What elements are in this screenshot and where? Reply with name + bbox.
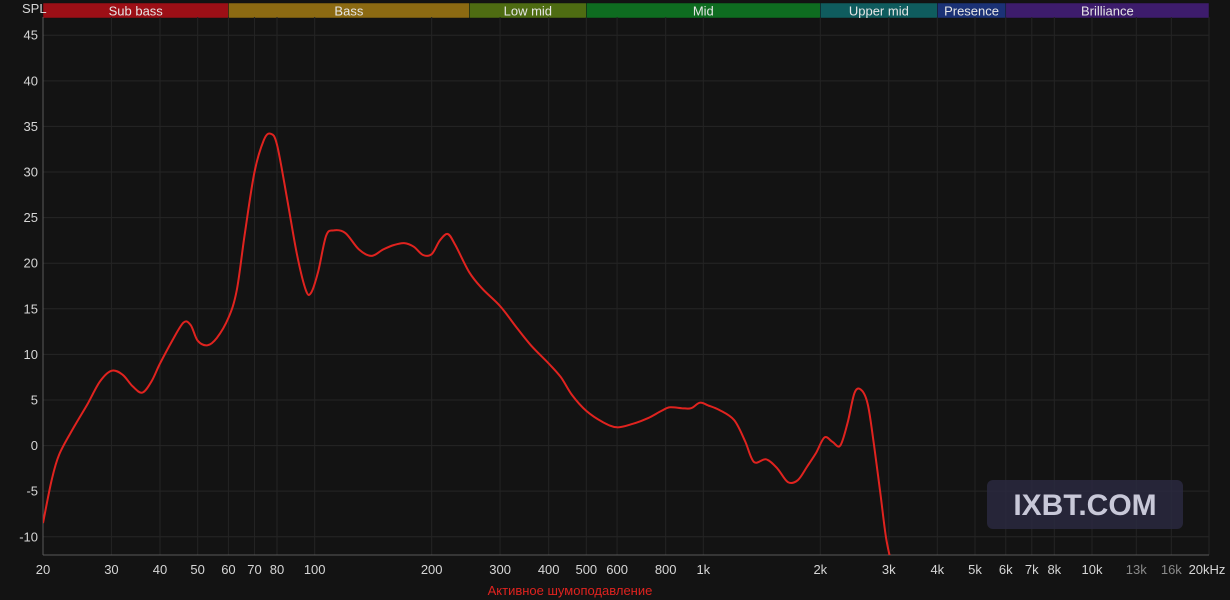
x-tick-label: 10k [1082, 562, 1103, 577]
frequency-response-chart: Sub bass Bass Low mid Mid Upper mid Presence B… [0, 0, 1230, 600]
ixbt-logo: IXBT.COM [987, 480, 1183, 529]
y-tick-label: 10 [24, 347, 38, 362]
x-tick-label: 30 [104, 562, 118, 577]
band-label-brilliance: Brilliance [1081, 4, 1134, 19]
x-tick-label: 7k [1025, 562, 1039, 577]
y-tick-label: 45 [24, 28, 38, 43]
y-tick-label: 20 [24, 256, 38, 271]
x-tick-label: 4k [930, 562, 944, 577]
x-tick-label: 20 [36, 562, 50, 577]
x-tick-label: 1k [696, 562, 710, 577]
band-label-mid: Mid [693, 4, 714, 19]
band-label-upper-mid: Upper mid [849, 4, 909, 19]
x-tick-label: 13k [1126, 562, 1147, 577]
y-tick-label: -5 [26, 484, 38, 499]
x-tick-label: 3k [882, 562, 896, 577]
x-tick-label: 20kHz [1189, 562, 1226, 577]
y-tick-label: 15 [24, 301, 38, 316]
x-tick-label: 70 [247, 562, 261, 577]
y-tick-label: 5 [31, 392, 38, 407]
x-tick-label: 800 [655, 562, 677, 577]
band-label-bass: Bass [334, 4, 363, 19]
x-tick-label: 16k [1161, 562, 1182, 577]
x-tick-label: 5k [968, 562, 982, 577]
band-label-low-mid: Low mid [504, 4, 552, 19]
x-tick-label: 80 [270, 562, 284, 577]
x-tick-label: 40 [153, 562, 167, 577]
y-tick-label: 40 [24, 73, 38, 88]
x-tick-label: 100 [304, 562, 326, 577]
band-label-presence: Presence [944, 4, 999, 19]
frequency-bands: Sub bass Bass Low mid Mid Upper mid Presence B… [42, 2, 1210, 19]
y-tick-label: -10 [19, 529, 38, 544]
x-tick-label: 8k [1047, 562, 1061, 577]
x-tick-label: 2k [813, 562, 827, 577]
x-axis-label: Активное шумоподавление [488, 583, 653, 598]
logo-text: IXBT.COM [1013, 489, 1156, 522]
x-tick-label: 200 [421, 562, 443, 577]
x-tick-label: 600 [606, 562, 628, 577]
x-tick-label: 500 [575, 562, 597, 577]
y-tick-label: 35 [24, 119, 38, 134]
x-tick-label: 400 [538, 562, 560, 577]
y-tick-label: 0 [31, 438, 38, 453]
x-tick-label: 60 [221, 562, 235, 577]
x-tick-label: 300 [489, 562, 511, 577]
x-tick-label: 50 [190, 562, 204, 577]
y-tick-label: 25 [24, 210, 38, 225]
band-label-sub-bass: Sub bass [109, 4, 164, 19]
y-axis-label: SPL [22, 1, 47, 16]
y-tick-label: 30 [24, 165, 38, 180]
x-tick-label: 6k [999, 562, 1013, 577]
